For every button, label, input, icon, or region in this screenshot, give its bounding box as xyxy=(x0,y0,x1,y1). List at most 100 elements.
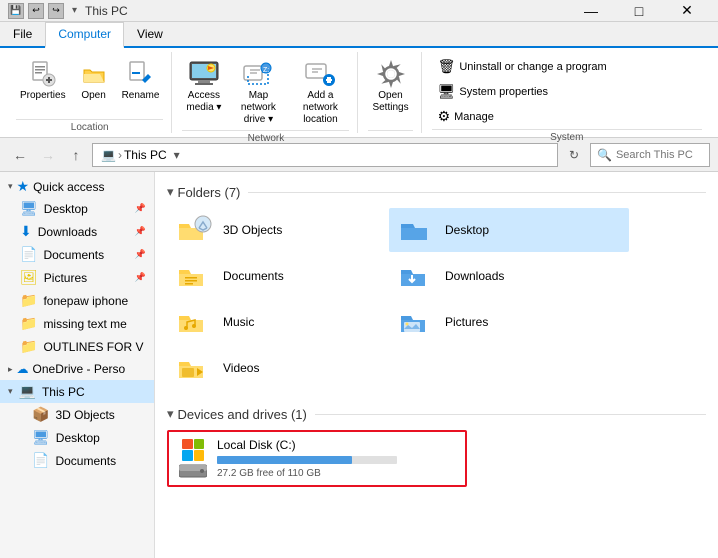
address-bar[interactable]: 💻 › This PC ▾ xyxy=(92,143,558,167)
quick-access-label: Quick access xyxy=(33,180,104,194)
redo-icon[interactable]: ↪ xyxy=(48,3,64,19)
back-button[interactable]: ← xyxy=(8,143,32,167)
downloads-label: Downloads xyxy=(38,225,129,239)
map-network-icon: Z: xyxy=(242,58,274,90)
desktop-sub-icon: 🖥 xyxy=(32,429,50,446)
open-button[interactable]: Open xyxy=(74,56,114,104)
fonepaw-icon: 📁 xyxy=(20,292,37,309)
window-title: This PC xyxy=(85,4,128,18)
pictures-folder-name: Pictures xyxy=(445,315,488,329)
rename-button[interactable]: Rename xyxy=(118,56,164,104)
pictures-label: Pictures xyxy=(44,271,129,285)
sidebar-item-outlines[interactable]: 📁 OUTLINES FOR V xyxy=(0,335,154,358)
access-media-button[interactable]: Access media ▾ xyxy=(182,56,225,116)
local-disk-icon xyxy=(179,439,207,479)
devices-divider xyxy=(315,414,706,415)
system-props-label: System properties xyxy=(459,86,548,98)
uninstall-button[interactable]: 🗑 Uninstall or change a program xyxy=(432,56,613,77)
device-item-local-disk[interactable]: Local Disk (C:) 27.2 GB free of 110 GB xyxy=(167,430,467,487)
add-network-button[interactable]: Add a network location xyxy=(291,56,349,128)
up-button[interactable]: ↑ xyxy=(64,143,88,167)
documents-sub-label: Documents xyxy=(55,454,146,468)
sidebar-item-fonepaw[interactable]: 📁 fonepaw iphone xyxy=(0,289,154,312)
window-controls: — □ ✕ xyxy=(568,0,710,22)
sidebar-quick-access-header[interactable]: ▾ ★ Quick access xyxy=(0,176,154,197)
sidebar-item-downloads[interactable]: ⬇ Downloads 📌 xyxy=(0,220,154,243)
pin-icon: 📌 xyxy=(135,203,146,214)
search-box[interactable]: 🔍 xyxy=(590,143,710,167)
minimize-button[interactable]: — xyxy=(568,0,614,22)
ribbon-group-system: 🗑 Uninstall or change a program 🖥 System… xyxy=(424,52,710,133)
folder-item-desktop[interactable]: Desktop xyxy=(389,208,629,252)
map-network-button[interactable]: Z: Map network drive ▾ xyxy=(229,56,287,128)
ribbon-group-location: Properties Open xyxy=(8,52,172,133)
sidebar-item-desktop[interactable]: 🖥 Desktop 📌 xyxy=(0,197,154,220)
sidebar-onedrive-header[interactable]: ▸ ☁ OneDrive - Perso xyxy=(0,360,154,378)
device-bar xyxy=(217,456,352,464)
refresh-button[interactable]: ↻ xyxy=(562,143,586,167)
sidebar-item-3d-objects[interactable]: 📦 3D Objects xyxy=(0,403,154,426)
ribbon-group-settings: Open Settings xyxy=(360,52,421,133)
folder-item-3d-objects[interactable]: 3D Objects xyxy=(167,208,387,252)
address-dropdown-button[interactable]: ▾ xyxy=(167,148,187,162)
folder-item-pictures[interactable]: Pictures xyxy=(389,300,629,344)
uninstall-label: Uninstall or change a program xyxy=(459,61,606,73)
map-network-label: Map network drive ▾ xyxy=(233,90,283,126)
folders-grid: 3D Objects Desktop xyxy=(167,208,706,390)
folder-item-music[interactable]: Music xyxy=(167,300,387,344)
open-settings-button[interactable]: Open Settings xyxy=(368,56,412,116)
maximize-button[interactable]: □ xyxy=(616,0,662,22)
this-pc-label: This PC xyxy=(42,385,85,399)
documents-label: Documents xyxy=(43,248,128,262)
sidebar-item-documents-sub[interactable]: 📄 Documents xyxy=(0,449,154,472)
pin-icon-dl: 📌 xyxy=(135,226,146,237)
forward-button[interactable]: → xyxy=(36,143,60,167)
sidebar-item-missing[interactable]: 📁 missing text me xyxy=(0,312,154,335)
sidebar-this-pc-header[interactable]: ▾ 💻 This PC xyxy=(0,380,154,403)
3d-folder-icon xyxy=(175,212,215,248)
add-network-icon xyxy=(304,58,336,90)
properties-button[interactable]: Properties xyxy=(16,56,70,104)
system-properties-button[interactable]: 🖥 System properties xyxy=(432,81,613,102)
search-input[interactable] xyxy=(616,149,696,161)
tab-view[interactable]: View xyxy=(124,22,176,46)
folder-item-videos[interactable]: Videos xyxy=(167,346,387,390)
undo-icon[interactable]: ↩ xyxy=(28,3,44,19)
devices-chevron-icon: ▾ xyxy=(167,406,174,422)
sidebar-item-documents[interactable]: 📄 Documents 📌 xyxy=(0,243,154,266)
3d-objects-label: 3D Objects xyxy=(55,408,146,422)
close-button[interactable]: ✕ xyxy=(664,0,710,22)
desktop-folder-icon xyxy=(397,212,437,248)
outlines-label: OUTLINES FOR V xyxy=(43,340,146,354)
desktop-folder-name: Desktop xyxy=(445,223,489,237)
sidebar-item-desktop-sub[interactable]: 🖥 Desktop xyxy=(0,426,154,449)
device-name: Local Disk (C:) xyxy=(217,438,455,452)
folder-icon: 🖥 xyxy=(20,200,38,217)
uninstall-icon: 🗑 xyxy=(438,58,456,75)
outlines-icon: 📁 xyxy=(20,338,37,355)
path-icon: 💻 xyxy=(101,148,116,162)
downloads-folder-name: Downloads xyxy=(445,269,504,283)
ribbon: Properties Open xyxy=(0,48,718,138)
sidebar-item-pictures[interactable]: 🖼 Pictures 📌 xyxy=(0,266,154,289)
manage-button[interactable]: ⚙ Manage xyxy=(432,106,613,127)
tab-file[interactable]: File xyxy=(0,22,45,46)
access-media-label: Access media ▾ xyxy=(186,90,221,114)
onedrive-label: OneDrive - Perso xyxy=(33,362,146,376)
chevron-icon: ▾ xyxy=(8,181,13,192)
folder-item-documents[interactable]: Documents xyxy=(167,254,387,298)
videos-folder-name: Videos xyxy=(223,361,259,375)
documents-folder-name: Documents xyxy=(223,269,284,283)
onedrive-cloud-icon: ☁ xyxy=(17,362,29,376)
fonepaw-label: fonepaw iphone xyxy=(43,294,146,308)
this-pc-icon: 💻 xyxy=(19,383,36,400)
pin-icon-doc: 📌 xyxy=(135,249,146,260)
tab-computer[interactable]: Computer xyxy=(45,22,124,48)
save-icon[interactable]: 💾 xyxy=(8,3,24,19)
open-settings-label: Open Settings xyxy=(372,90,408,114)
downloads-big-icon xyxy=(397,258,437,294)
missing-label: missing text me xyxy=(43,317,146,331)
search-icon: 🔍 xyxy=(597,148,612,162)
folder-item-downloads[interactable]: Downloads xyxy=(389,254,629,298)
pictures-big-icon xyxy=(397,304,437,340)
